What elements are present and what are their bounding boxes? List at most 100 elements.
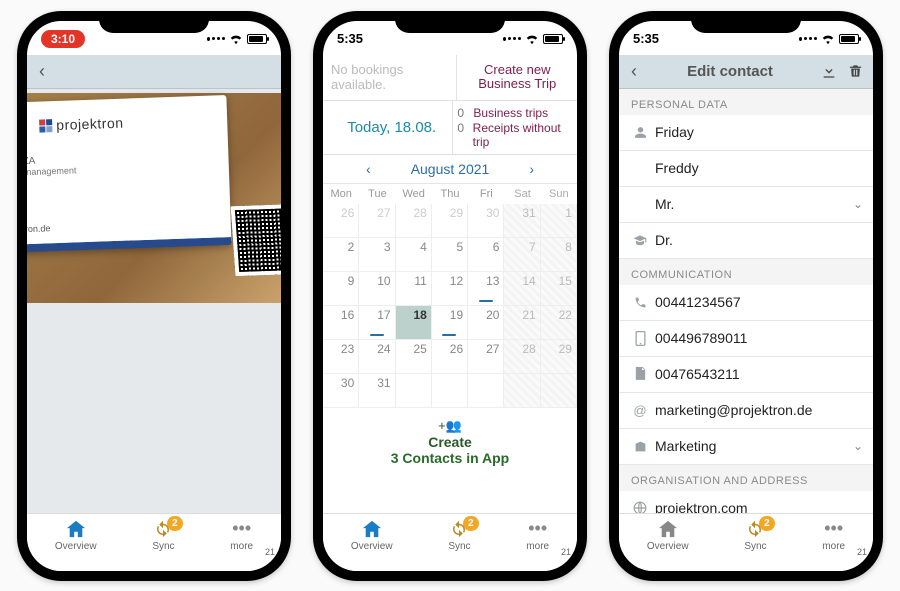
title-field[interactable]: Dr. [619,223,873,259]
calendar-day[interactable]: 10 [359,272,395,306]
home-indicator[interactable] [400,572,500,576]
calendar-day[interactable]: 13 [468,272,504,306]
calendar-day[interactable]: 25 [396,340,432,374]
tab-bar: Overview 2 Sync ••• more 21 [619,513,873,571]
calendar-day[interactable]: 14 [504,272,540,306]
calendar-day[interactable]: 15 [541,272,577,306]
recording-time-pill: 3:10 [41,30,85,48]
lastname-field[interactable]: Friday [619,115,873,151]
section-communication-label: COMMUNICATION [619,259,873,285]
calendar-day[interactable] [468,374,504,408]
tab-sync[interactable]: 2 Sync [448,518,470,552]
home-indicator[interactable] [104,572,204,576]
calendar-day[interactable]: 5 [432,238,468,272]
phone-icon [629,296,651,309]
calendar-day-today[interactable]: 18 [396,306,432,340]
calendar-day[interactable]: 1 [541,204,577,238]
calendar-grid: Mon Tue Wed Thu Fri Sat Sun 26 27 28 29 … [323,183,577,408]
stat-business-trips[interactable]: 0 Business trips [457,106,573,120]
calendar-day[interactable] [432,374,468,408]
firstname-field[interactable]: Freddy [619,151,873,187]
current-month-label[interactable]: August 2021 [411,161,490,177]
calendar-day[interactable]: 26 [432,340,468,374]
prev-month-button[interactable]: ‹ [366,161,371,177]
corner-page-number: 21 [857,547,867,557]
calendar-day[interactable] [504,374,540,408]
calendar-day[interactable]: 29 [541,340,577,374]
calendar-day[interactable]: 16 [323,306,359,340]
dow: Sun [541,184,577,204]
calendar-day[interactable]: 24 [359,340,395,374]
tab-sync[interactable]: 2 Sync [152,518,174,552]
clock: 5:35 [337,31,363,46]
calendar-day[interactable]: 21 [504,306,540,340]
communication-fields: 00441234567 004496789011 00476543211 @ [619,285,873,465]
calendar-day[interactable]: 19 [432,306,468,340]
dow: Tue [359,184,395,204]
trash-icon[interactable] [845,63,865,79]
wifi-icon [821,33,835,45]
calendar-day[interactable] [396,374,432,408]
camera-preview[interactable]: projektron TAZA nermanagement ektron.de [27,93,281,303]
calendar-day[interactable]: 30 [323,374,359,408]
calendar-day[interactable]: 6 [468,238,504,272]
fax-field[interactable]: 00476543211 [619,357,873,393]
calendar-day[interactable]: 3 [359,238,395,272]
cellular-icon [799,37,817,41]
phone-field[interactable]: 00441234567 [619,285,873,321]
calendar-day[interactable]: 4 [396,238,432,272]
calendar-day[interactable]: 22 [541,306,577,340]
calendar-day[interactable]: 27 [468,340,504,374]
home-icon [657,516,679,540]
calendar-day[interactable]: 12 [432,272,468,306]
mobile-field[interactable]: 004496789011 [619,321,873,357]
calendar-day[interactable]: 17 [359,306,395,340]
calendar-day[interactable]: 20 [468,306,504,340]
stat-receipts[interactable]: 0 Receipts without trip [457,121,573,149]
calendar-day[interactable]: 28 [504,340,540,374]
today-date-label[interactable]: Today, 18.08. [323,101,453,154]
tab-label: Sync [744,541,766,552]
create-business-trip-button[interactable]: Create new Business Trip [457,55,577,100]
download-icon[interactable] [819,63,839,79]
calendar-day[interactable]: 28 [396,204,432,238]
back-button[interactable]: ‹ [627,61,641,82]
dow: Mon [323,184,359,204]
calendar-day[interactable]: 31 [504,204,540,238]
email-field[interactable]: @ marketing@projektron.de [619,393,873,429]
calendar-day[interactable]: 26 [323,204,359,238]
dow: Wed [396,184,432,204]
create-contacts-button[interactable]: +👥 Create 3 Contacts in App [323,408,577,472]
battery-icon [839,34,859,44]
website-field[interactable]: projektron.com [619,491,873,513]
next-month-button[interactable]: › [529,161,534,177]
tab-more[interactable]: ••• more [526,518,549,552]
tab-sync[interactable]: 2 Sync [744,518,766,552]
calendar-day[interactable]: 8 [541,238,577,272]
back-button[interactable]: ‹ [35,61,49,82]
tab-overview[interactable]: Overview [351,518,393,552]
building-icon [629,440,651,453]
home-indicator[interactable] [696,572,796,576]
tab-overview[interactable]: Overview [55,518,97,552]
calendar-day[interactable]: 31 [359,374,395,408]
device-notch [691,11,801,33]
tab-more[interactable]: ••• more [822,518,845,552]
tab-overview[interactable]: Overview [647,518,689,552]
tab-label: more [526,541,549,552]
battery-icon [247,34,267,44]
calendar-day[interactable]: 30 [468,204,504,238]
calendar-day[interactable]: 27 [359,204,395,238]
department-select[interactable]: Marketing ⌄ [619,429,873,465]
calendar-day[interactable] [541,374,577,408]
calendar-day[interactable]: 9 [323,272,359,306]
calendar-day[interactable]: 29 [432,204,468,238]
calendar-day[interactable]: 7 [504,238,540,272]
salutation-select[interactable]: Mr. ⌄ [619,187,873,223]
tab-label: Sync [448,541,470,552]
globe-icon [629,501,651,513]
tab-more[interactable]: ••• more [230,518,253,552]
calendar-day[interactable]: 2 [323,238,359,272]
calendar-day[interactable]: 23 [323,340,359,374]
calendar-day[interactable]: 11 [396,272,432,306]
